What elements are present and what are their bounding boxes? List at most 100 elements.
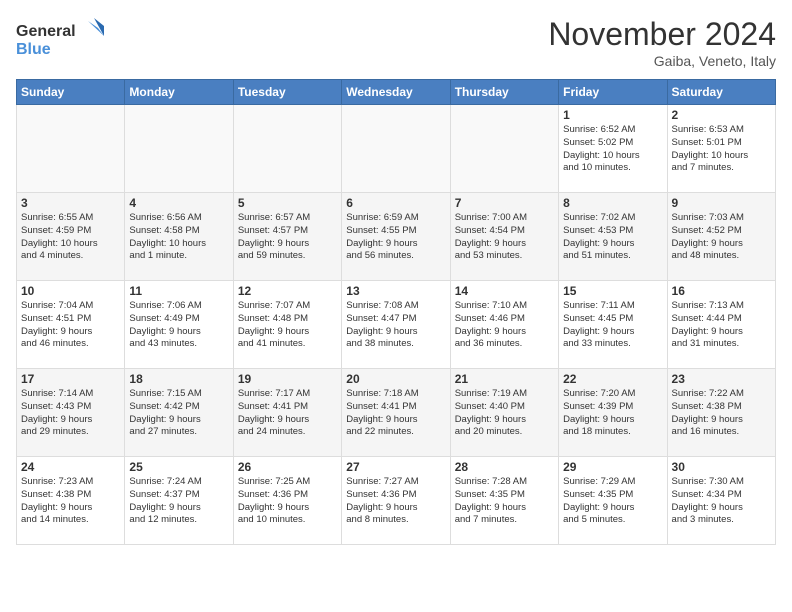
calendar-cell: 8 Sunrise: 7:02 AM Sunset: 4:53 PM Daylig… [559,193,667,281]
day-number: 14 [455,284,554,298]
calendar-table: SundayMondayTuesdayWednesdayThursdayFrid… [16,79,776,545]
day-info: Sunrise: 7:10 AM Sunset: 4:46 PM Dayligh… [455,300,554,351]
weekday-header-tuesday: Tuesday [233,80,341,105]
day-info: Sunrise: 7:11 AM Sunset: 4:45 PM Dayligh… [563,300,662,351]
calendar-cell: 19Sunrise: 7:17 AM Sunset: 4:41 PM Dayli… [233,369,341,457]
day-number: 18 [129,372,228,386]
calendar-cell: 26 Sunrise: 7:25 AM Sunset: 4:36 PM Dayli… [233,457,341,545]
calendar-cell: 2 Sunrise: 6:53 AM Sunset: 5:01 PM Daylig… [667,105,775,193]
calendar-cell [17,105,125,193]
day-number: 28 [455,460,554,474]
calendar-cell: 23 Sunrise: 7:22 AM Sunset: 4:38 PM Dayli… [667,369,775,457]
weekday-header-wednesday: Wednesday [342,80,450,105]
calendar-cell: 22 Sunrise: 7:20 AM Sunset: 4:39 PM Dayli… [559,369,667,457]
day-info: Sunrise: 6:52 AM Sunset: 5:02 PM Dayligh… [563,124,662,175]
calendar-cell: 4 Sunrise: 6:56 AM Sunset: 4:58 PM Daylig… [125,193,233,281]
logo: GeneralBlue [16,16,106,61]
calendar-cell: 13Sunrise: 7:08 AM Sunset: 4:47 PM Dayli… [342,281,450,369]
calendar-week-3: 10Sunrise: 7:04 AM Sunset: 4:51 PM Dayli… [17,281,776,369]
calendar-cell: 20Sunrise: 7:18 AM Sunset: 4:41 PM Dayli… [342,369,450,457]
calendar-cell: 27 Sunrise: 7:27 AM Sunset: 4:36 PM Dayli… [342,457,450,545]
calendar-cell: 16 Sunrise: 7:13 AM Sunset: 4:44 PM Dayli… [667,281,775,369]
day-info: Sunrise: 7:22 AM Sunset: 4:38 PM Dayligh… [672,388,771,439]
day-info: Sunrise: 7:07 AM Sunset: 4:48 PM Dayligh… [238,300,337,351]
day-info: Sunrise: 7:04 AM Sunset: 4:51 PM Dayligh… [21,300,120,351]
calendar-cell [342,105,450,193]
day-info: Sunrise: 6:57 AM Sunset: 4:57 PM Dayligh… [238,212,337,263]
day-number: 23 [672,372,771,386]
calendar-cell: 25 Sunrise: 7:24 AM Sunset: 4:37 PM Dayli… [125,457,233,545]
day-info: Sunrise: 7:08 AM Sunset: 4:47 PM Dayligh… [346,300,445,351]
day-info: Sunrise: 7:28 AM Sunset: 4:35 PM Dayligh… [455,476,554,527]
calendar-cell: 10Sunrise: 7:04 AM Sunset: 4:51 PM Dayli… [17,281,125,369]
day-info: Sunrise: 7:13 AM Sunset: 4:44 PM Dayligh… [672,300,771,351]
calendar-cell: 15 Sunrise: 7:11 AM Sunset: 4:45 PM Dayli… [559,281,667,369]
day-info: Sunrise: 6:59 AM Sunset: 4:55 PM Dayligh… [346,212,445,263]
day-number: 2 [672,108,771,122]
day-info: Sunrise: 7:06 AM Sunset: 4:49 PM Dayligh… [129,300,228,351]
day-info: Sunrise: 6:53 AM Sunset: 5:01 PM Dayligh… [672,124,771,175]
weekday-header-friday: Friday [559,80,667,105]
day-number: 8 [563,196,662,210]
day-info: Sunrise: 7:20 AM Sunset: 4:39 PM Dayligh… [563,388,662,439]
day-number: 15 [563,284,662,298]
day-number: 22 [563,372,662,386]
day-number: 26 [238,460,337,474]
day-info: Sunrise: 6:55 AM Sunset: 4:59 PM Dayligh… [21,212,120,263]
day-info: Sunrise: 7:18 AM Sunset: 4:41 PM Dayligh… [346,388,445,439]
calendar-cell [233,105,341,193]
day-number: 24 [21,460,120,474]
calendar-cell: 7 Sunrise: 7:00 AM Sunset: 4:54 PM Daylig… [450,193,558,281]
calendar-header-row: SundayMondayTuesdayWednesdayThursdayFrid… [17,80,776,105]
calendar-cell: 29Sunrise: 7:29 AM Sunset: 4:35 PM Dayli… [559,457,667,545]
day-number: 9 [672,196,771,210]
calendar-cell: 12 Sunrise: 7:07 AM Sunset: 4:48 PM Dayli… [233,281,341,369]
logo-svg: GeneralBlue [16,16,106,61]
day-number: 25 [129,460,228,474]
day-number: 11 [129,284,228,298]
calendar-cell: 5 Sunrise: 6:57 AM Sunset: 4:57 PM Daylig… [233,193,341,281]
day-info: Sunrise: 7:14 AM Sunset: 4:43 PM Dayligh… [21,388,120,439]
day-number: 21 [455,372,554,386]
calendar-cell: 28 Sunrise: 7:28 AM Sunset: 4:35 PM Dayli… [450,457,558,545]
calendar-cell [125,105,233,193]
calendar-cell: 24 Sunrise: 7:23 AM Sunset: 4:38 PM Dayli… [17,457,125,545]
svg-text:Blue: Blue [16,41,51,58]
day-info: Sunrise: 7:30 AM Sunset: 4:34 PM Dayligh… [672,476,771,527]
calendar-cell: 3Sunrise: 6:55 AM Sunset: 4:59 PM Daylig… [17,193,125,281]
day-number: 19 [238,372,337,386]
day-number: 30 [672,460,771,474]
calendar-cell: 14 Sunrise: 7:10 AM Sunset: 4:46 PM Dayli… [450,281,558,369]
day-info: Sunrise: 7:03 AM Sunset: 4:52 PM Dayligh… [672,212,771,263]
day-number: 16 [672,284,771,298]
title-area: November 2024 Gaiba, Veneto, Italy [548,16,776,69]
day-info: Sunrise: 7:25 AM Sunset: 4:36 PM Dayligh… [238,476,337,527]
day-info: Sunrise: 7:27 AM Sunset: 4:36 PM Dayligh… [346,476,445,527]
day-number: 6 [346,196,445,210]
calendar-cell: 17Sunrise: 7:14 AM Sunset: 4:43 PM Dayli… [17,369,125,457]
weekday-header-thursday: Thursday [450,80,558,105]
day-number: 29 [563,460,662,474]
day-info: Sunrise: 7:02 AM Sunset: 4:53 PM Dayligh… [563,212,662,263]
calendar-week-4: 17Sunrise: 7:14 AM Sunset: 4:43 PM Dayli… [17,369,776,457]
day-number: 4 [129,196,228,210]
calendar-cell: 30 Sunrise: 7:30 AM Sunset: 4:34 PM Dayli… [667,457,775,545]
day-info: Sunrise: 7:24 AM Sunset: 4:37 PM Dayligh… [129,476,228,527]
day-info: Sunrise: 7:00 AM Sunset: 4:54 PM Dayligh… [455,212,554,263]
day-number: 27 [346,460,445,474]
location: Gaiba, Veneto, Italy [548,53,776,69]
calendar-cell: 18Sunrise: 7:15 AM Sunset: 4:42 PM Dayli… [125,369,233,457]
day-info: Sunrise: 6:56 AM Sunset: 4:58 PM Dayligh… [129,212,228,263]
calendar-week-1: 1 Sunrise: 6:52 AM Sunset: 5:02 PM Daylig… [17,105,776,193]
calendar-week-5: 24 Sunrise: 7:23 AM Sunset: 4:38 PM Dayli… [17,457,776,545]
header: GeneralBlue November 2024 Gaiba, Veneto,… [16,16,776,69]
weekday-header-monday: Monday [125,80,233,105]
calendar-week-2: 3Sunrise: 6:55 AM Sunset: 4:59 PM Daylig… [17,193,776,281]
page: GeneralBlue November 2024 Gaiba, Veneto,… [0,0,792,612]
day-number: 1 [563,108,662,122]
day-number: 7 [455,196,554,210]
day-info: Sunrise: 7:23 AM Sunset: 4:38 PM Dayligh… [21,476,120,527]
calendar-cell [450,105,558,193]
day-number: 5 [238,196,337,210]
day-number: 12 [238,284,337,298]
